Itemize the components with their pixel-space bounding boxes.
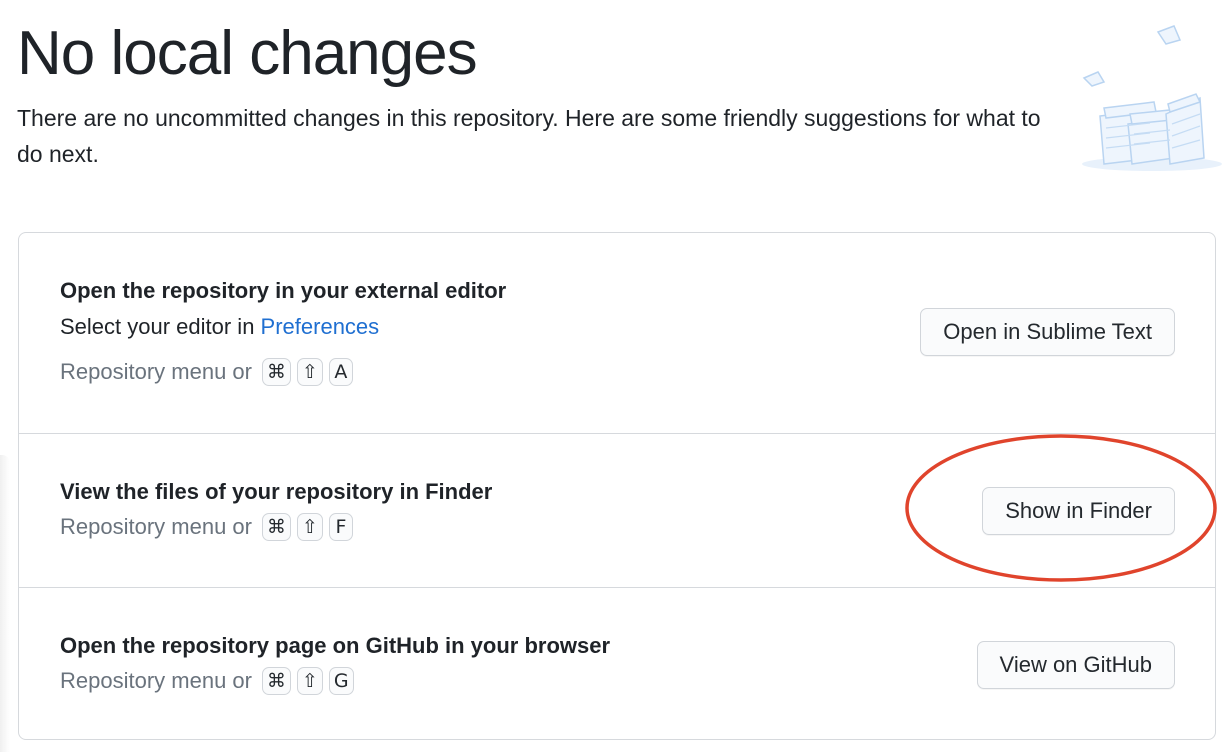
no-local-changes-view: No local changes There are no uncommitte…: [0, 0, 1230, 752]
suggestion-view-on-github: Open the repository page on GitHub in yo…: [19, 587, 1215, 739]
open-in-editor-button[interactable]: Open in Sublime Text: [920, 308, 1175, 356]
preferences-link[interactable]: Preferences: [261, 314, 380, 339]
suggestion-open-editor: Open the repository in your external edi…: [19, 233, 1215, 433]
shortcut-hint: Repository menu or ⌘ ⇧ A: [60, 358, 353, 386]
suggestions-panel: Open the repository in your external edi…: [18, 232, 1216, 740]
page-title: No local changes: [17, 19, 478, 88]
suggestion-title: View the files of your repository in Fin…: [60, 479, 493, 504]
command-key: ⌘: [261, 358, 291, 386]
page-subtitle: There are no uncommitted changes in this…: [17, 105, 1041, 167]
letter-key: G: [328, 667, 354, 695]
suggestion-title: Open the repository page on GitHub in yo…: [60, 633, 611, 658]
letter-key: F: [328, 513, 353, 541]
description-text: Select your editor in: [60, 314, 261, 339]
shortcut-hint: Repository menu or ⌘ ⇧ G: [60, 667, 354, 695]
shift-key: ⇧: [296, 358, 323, 386]
shortcut-hint: Repository menu or ⌘ ⇧ F: [60, 513, 353, 541]
view-on-github-button[interactable]: View on GitHub: [976, 641, 1175, 689]
suggestion-show-in-finder: View the files of your repository in Fin…: [19, 433, 1215, 587]
show-in-finder-button[interactable]: Show in Finder: [982, 487, 1175, 535]
shortcut-prefix: Repository menu or: [60, 668, 252, 693]
suggestion-description: Select your editor in Preferences: [60, 314, 379, 340]
command-key: ⌘: [261, 513, 291, 541]
shortcut-prefix: Repository menu or: [60, 514, 252, 539]
paper-stacks-illustration: [1082, 25, 1222, 171]
letter-key: A: [328, 358, 353, 386]
command-key: ⌘: [261, 667, 291, 695]
shift-key: ⇧: [296, 513, 323, 541]
window-edge-shadow: [0, 455, 10, 752]
shortcut-prefix: Repository menu or: [60, 359, 252, 384]
suggestion-title: Open the repository in your external edi…: [60, 278, 507, 303]
shift-key: ⇧: [296, 667, 323, 695]
